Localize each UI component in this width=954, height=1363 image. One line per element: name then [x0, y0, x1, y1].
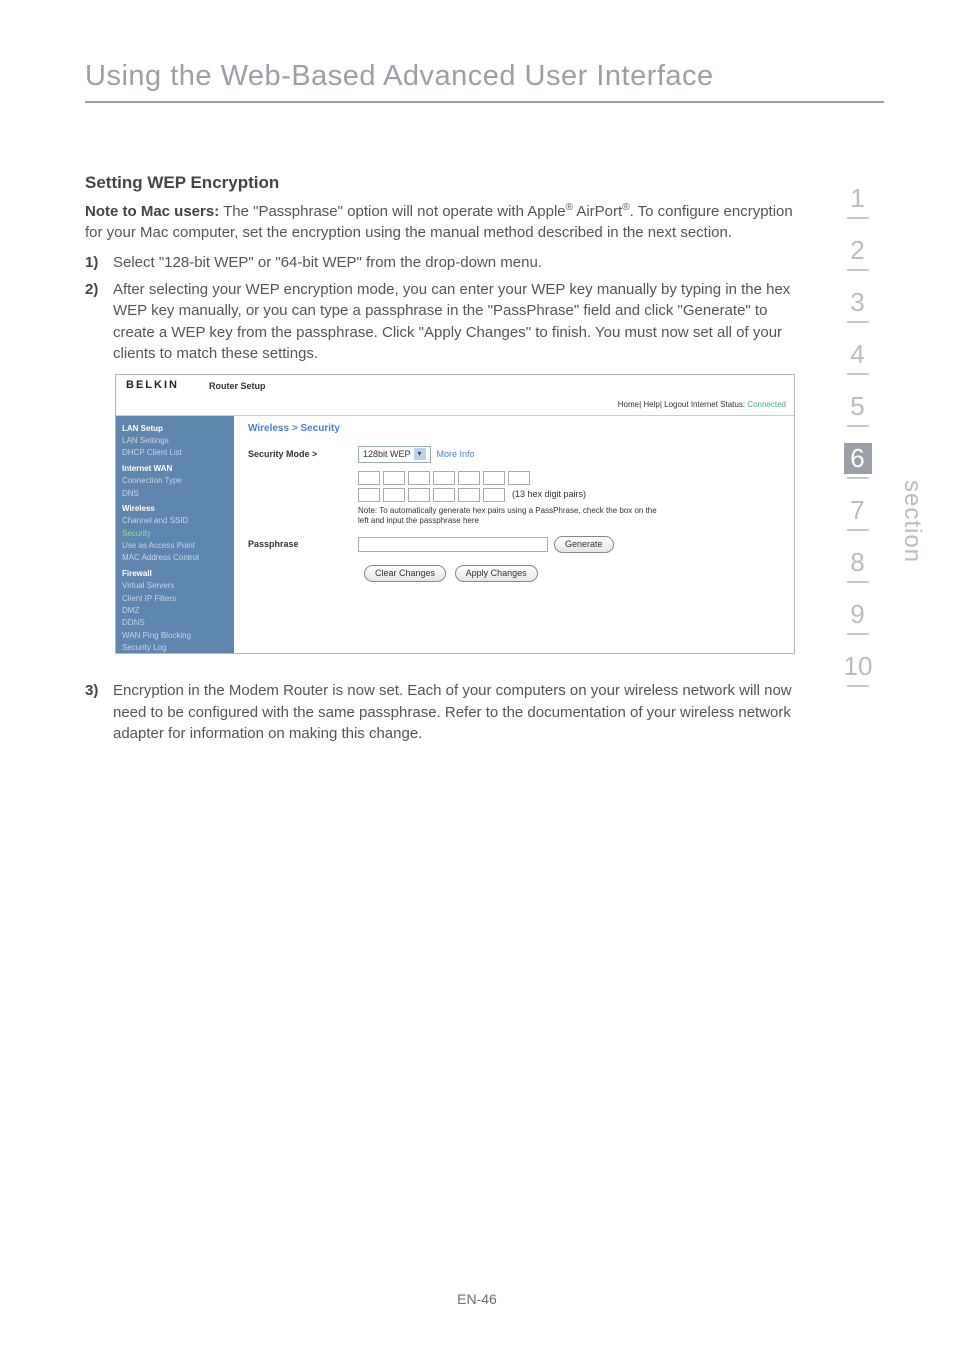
registered-mark-2: ® — [622, 202, 629, 213]
step-2: 2) After selecting your WEP encryption m… — [85, 279, 795, 364]
sidebar-wan-header: Internet WAN — [122, 463, 228, 475]
hex-input[interactable] — [358, 488, 380, 502]
title-rule — [85, 101, 884, 103]
hex-note: (13 hex digit pairs) — [512, 488, 586, 501]
apply-changes-button[interactable]: Apply Changes — [455, 565, 538, 582]
note-paragraph: Note to Mac users: The "Passphrase" opti… — [85, 201, 795, 244]
status-row: Home| Help| Logout Internet Status: Conn… — [116, 397, 794, 415]
sidebar-item-mac-control[interactable]: MAC Address Control — [122, 552, 228, 564]
note-lead: Note to Mac users: — [85, 203, 219, 220]
nav-5[interactable]: 5 — [844, 391, 872, 422]
nav-10[interactable]: 10 — [844, 651, 872, 682]
step-1: 1) Select "128-bit WEP" or "64-bit WEP" … — [85, 252, 795, 273]
nav-3[interactable]: 3 — [844, 287, 872, 318]
step-1-number: 1) — [85, 252, 113, 273]
nav-8[interactable]: 8 — [844, 547, 872, 578]
clear-changes-button[interactable]: Clear Changes — [364, 565, 446, 582]
nav-4[interactable]: 4 — [844, 339, 872, 370]
nav-divider — [847, 373, 869, 375]
hex-input[interactable] — [383, 488, 405, 502]
status-links[interactable]: Home| Help| Logout Internet Status: — [618, 400, 748, 409]
sidebar-firewall-header: Firewall — [122, 568, 228, 580]
step-3-number: 3) — [85, 680, 113, 744]
section-label: section — [898, 480, 926, 563]
nav-divider — [847, 529, 869, 531]
nav-divider — [847, 269, 869, 271]
sidebar-item-security-log[interactable]: Security Log — [122, 642, 228, 654]
step-2-number: 2) — [85, 279, 113, 364]
hex-input[interactable] — [433, 488, 455, 502]
step-2-body: After selecting your WEP encryption mode… — [113, 279, 795, 364]
more-info-link[interactable]: More Info — [437, 448, 475, 461]
nav-divider — [847, 425, 869, 427]
step-3-body: Encryption in the Modem Router is now se… — [113, 680, 795, 744]
step-3: 3) Encryption in the Modem Router is now… — [85, 680, 795, 744]
sidebar-wireless-header: Wireless — [122, 503, 228, 515]
router-setup-label: Router Setup — [209, 380, 266, 393]
nav-divider — [847, 477, 869, 479]
nav-6-active[interactable]: 6 — [844, 443, 872, 474]
sidebar: LAN Setup LAN Settings DHCP Client List … — [116, 416, 234, 654]
sidebar-item-dhcp[interactable]: DHCP Client List — [122, 447, 228, 459]
nav-divider — [847, 321, 869, 323]
nav-7[interactable]: 7 — [844, 495, 872, 526]
sidebar-item-virtual-servers[interactable]: Virtual Servers — [122, 580, 228, 592]
section-heading: Setting WEP Encryption — [85, 171, 795, 195]
hex-input[interactable] — [408, 471, 430, 485]
hex-help-text: Note: To automatically generate hex pair… — [358, 506, 658, 527]
note-body-1: The "Passphrase" option will not operate… — [219, 203, 565, 220]
sidebar-item-ddns[interactable]: DDNS — [122, 617, 228, 629]
nav-divider — [847, 685, 869, 687]
nav-2[interactable]: 2 — [844, 235, 872, 266]
section-nav: 1 2 3 4 5 6 7 8 9 10 — [831, 171, 884, 750]
hex-input[interactable] — [483, 488, 505, 502]
sidebar-item-lan-settings[interactable]: LAN Settings — [122, 435, 228, 447]
registered-mark-1: ® — [566, 202, 573, 213]
hex-input[interactable] — [458, 471, 480, 485]
hex-input[interactable] — [508, 471, 530, 485]
breadcrumb: Wireless > Security — [248, 422, 780, 436]
hex-input[interactable] — [433, 471, 455, 485]
sidebar-item-client-ip[interactable]: Client IP Filters — [122, 593, 228, 605]
hex-input[interactable] — [458, 488, 480, 502]
sidebar-item-wan-ping[interactable]: WAN Ping Blocking — [122, 630, 228, 642]
sidebar-item-connection-type[interactable]: Connection Type — [122, 475, 228, 487]
page-number: EN-46 — [0, 1291, 954, 1307]
hex-input[interactable] — [358, 471, 380, 485]
status-value: Connected — [747, 400, 786, 409]
nav-1[interactable]: 1 — [844, 183, 872, 214]
hex-input[interactable] — [483, 471, 505, 485]
chevron-down-icon: ▾ — [414, 448, 426, 460]
hex-key-grid: (13 hex digit pairs) — [358, 471, 780, 502]
sidebar-item-dns[interactable]: DNS — [122, 488, 228, 500]
page-title: Using the Web-Based Advanced User Interf… — [85, 60, 884, 93]
nav-divider — [847, 217, 869, 219]
sidebar-lan-header: LAN Setup — [122, 423, 228, 435]
belkin-logo: BELKIN — [126, 378, 179, 394]
security-mode-select[interactable]: 128bit WEP ▾ — [358, 446, 431, 463]
nav-9[interactable]: 9 — [844, 599, 872, 630]
generate-button[interactable]: Generate — [554, 536, 614, 553]
security-mode-value: 128bit WEP — [363, 448, 411, 461]
sidebar-item-channel-ssid[interactable]: Channel and SSID — [122, 515, 228, 527]
router-screenshot: BELKIN Router Setup Home| Help| Logout I… — [115, 374, 795, 654]
nav-divider — [847, 633, 869, 635]
sidebar-item-security[interactable]: Security — [122, 528, 228, 540]
passphrase-label: Passphrase — [248, 538, 358, 551]
sidebar-item-dmz[interactable]: DMZ — [122, 605, 228, 617]
nav-divider — [847, 581, 869, 583]
passphrase-input[interactable] — [358, 537, 548, 552]
sidebar-item-use-ap[interactable]: Use as Access Point — [122, 540, 228, 552]
step-1-body: Select "128-bit WEP" or "64-bit WEP" fro… — [113, 252, 795, 273]
hex-input[interactable] — [383, 471, 405, 485]
security-mode-label: Security Mode > — [248, 448, 358, 461]
hex-input[interactable] — [408, 488, 430, 502]
note-body-2: AirPort — [573, 203, 622, 220]
